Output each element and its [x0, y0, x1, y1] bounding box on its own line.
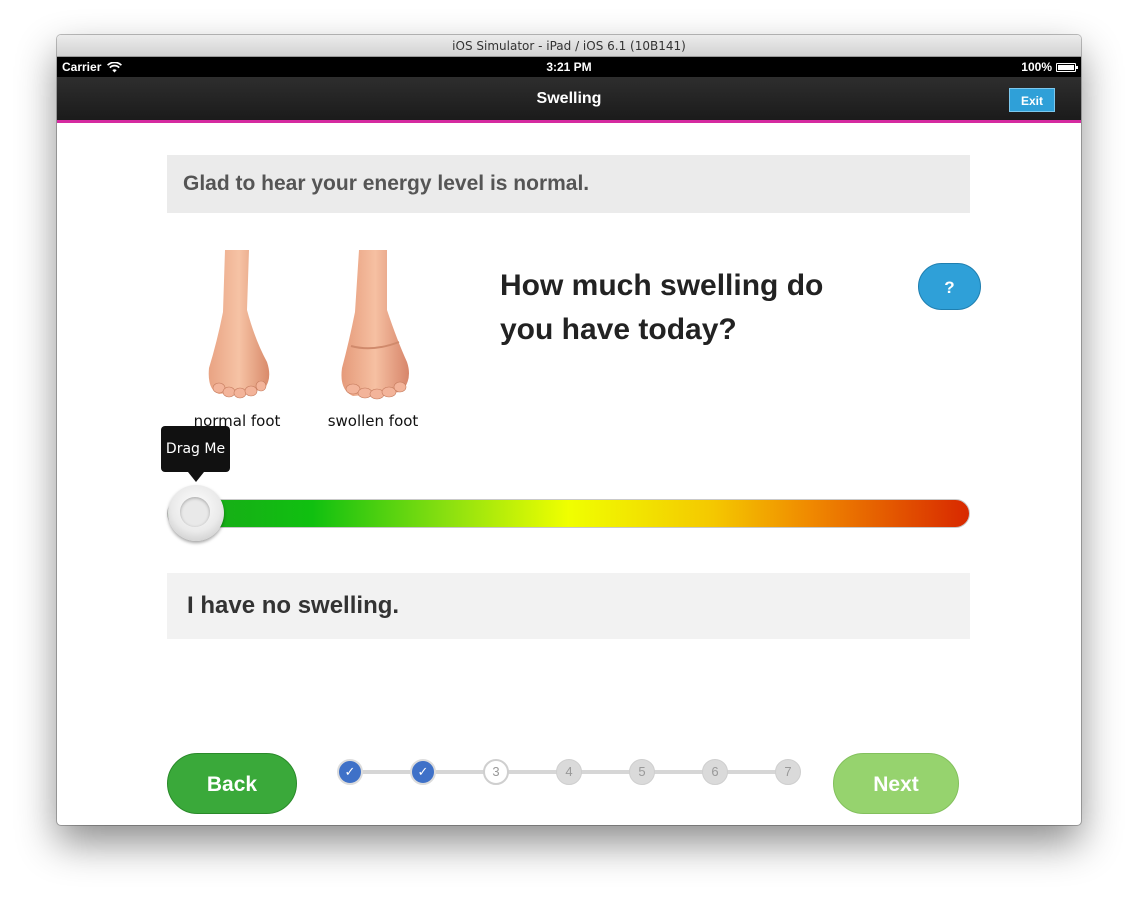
status-bar: Carrier 3:21 PM 100% — [57, 57, 1081, 77]
swelling-slider-track[interactable] — [167, 499, 970, 528]
status-right: 100% — [1021, 57, 1078, 77]
swollen-foot-label: swollen foot — [327, 412, 419, 430]
step-indicator: ✓ — [410, 759, 436, 785]
step-indicator: 4 — [556, 759, 582, 785]
step-indicator: 7 — [775, 759, 801, 785]
battery-percent: 100% — [1021, 60, 1052, 74]
help-button[interactable]: ? — [918, 263, 981, 310]
answer-text: I have no swelling. — [167, 573, 970, 639]
swollen-foot-image — [341, 250, 409, 400]
simulator-window: iOS Simulator - iPad / iOS 6.1 (10B141) … — [57, 35, 1081, 825]
step-progress: ✓ ✓ 3 4 5 6 7 — [337, 757, 801, 785]
main-content: Glad to hear your energy level is normal… — [57, 126, 1081, 825]
step-indicator: 6 — [702, 759, 728, 785]
feedback-banner: Glad to hear your energy level is normal… — [167, 155, 970, 213]
exit-button[interactable]: Exit — [1009, 88, 1055, 112]
normal-foot-image — [208, 250, 270, 399]
tooltip-arrow — [188, 472, 204, 482]
step-indicator: 5 — [629, 759, 655, 785]
next-button[interactable]: Next — [833, 753, 959, 814]
question-text: How much swelling do you have today? — [500, 269, 824, 346]
status-time: 3:21 PM — [546, 60, 592, 74]
drag-tooltip: Drag Me — [161, 426, 230, 472]
swollen-foot-figure: swollen foot — [313, 250, 433, 430]
battery-icon — [1056, 62, 1078, 72]
page-title: Swelling — [536, 90, 602, 107]
back-button[interactable]: Back — [167, 753, 297, 814]
swelling-slider-thumb[interactable] — [168, 485, 224, 541]
window-title: iOS Simulator - iPad / iOS 6.1 (10B141) — [57, 35, 1081, 57]
step-indicator: ✓ — [337, 759, 363, 785]
navigation-bar: Swelling Exit — [57, 77, 1081, 123]
step-indicator: 3 — [483, 759, 509, 785]
normal-foot-figure: normal foot — [177, 250, 297, 430]
